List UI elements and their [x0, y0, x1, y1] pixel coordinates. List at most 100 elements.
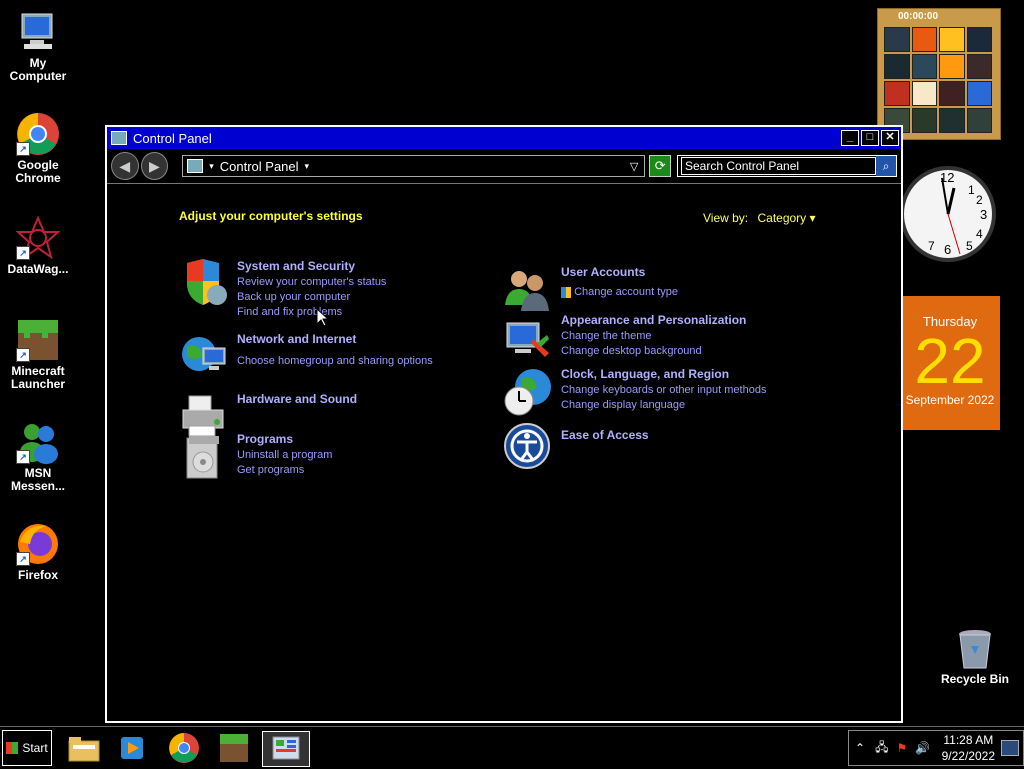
desktop-icon-datawag[interactable]: ↗ DataWag... — [0, 215, 76, 276]
taskbar-media-player-button[interactable] — [112, 731, 152, 765]
users-icon — [503, 265, 553, 315]
clock-globe-icon — [503, 367, 553, 417]
task-link-label: Change account type — [574, 286, 679, 298]
search-input[interactable] — [681, 157, 877, 175]
clock-gadget: 12 3 6 1 2 4 5 7 — [898, 154, 998, 274]
task-link-review-status[interactable]: Review your computer's status — [237, 275, 386, 290]
task-link-find-fix[interactable]: Find and fix problems — [237, 305, 386, 320]
breadcrumb-control-panel[interactable]: Control Panel — [220, 159, 299, 174]
window-title: Control Panel — [133, 130, 212, 146]
desktop-icon-firefox[interactable]: ↗ Firefox — [0, 522, 76, 582]
start-button[interactable]: Start — [2, 730, 52, 766]
address-dropdown-icon[interactable]: ▽ — [630, 160, 638, 173]
forward-button[interactable]: ▶ — [140, 152, 169, 180]
category-title-link[interactable]: User Accounts — [561, 265, 678, 279]
task-link-change-theme[interactable]: Change the theme — [561, 329, 746, 344]
desktop-icon-label: Recycle Bin — [940, 672, 1010, 686]
taskbar-chrome-button[interactable] — [164, 731, 204, 765]
clock[interactable]: 11:28 AM 9/22/2022 — [942, 732, 995, 764]
appearance-icon — [503, 313, 553, 363]
address-field[interactable]: ▾ Control Panel ▾ ▽ — [182, 155, 646, 177]
category-user-accounts: User Accounts Change account type — [503, 265, 678, 315]
view-by-label: View by: — [703, 211, 749, 225]
svg-text:6: 6 — [944, 242, 951, 257]
shortcut-arrow-icon: ↗ — [16, 142, 30, 156]
taskbar-explorer-button[interactable] — [64, 731, 104, 765]
mouse-cursor-icon — [316, 307, 330, 333]
volume-icon[interactable]: 🔊 — [915, 741, 930, 755]
category-title-link[interactable]: Programs — [237, 432, 332, 446]
system-tray: ⌃ 🖧 ⚑ 🔊 11:28 AM 9/22/2022 — [848, 730, 1024, 766]
chevron-right-icon[interactable]: ▾ — [209, 161, 214, 172]
refresh-icon: ⟳ — [654, 158, 666, 173]
desktop-icon-label: Google Chrome — [15, 158, 61, 185]
control-panel-icon — [272, 736, 300, 760]
desktop-icon-recycle-bin[interactable]: Recycle Bin — [937, 626, 1013, 686]
uac-shield-icon — [561, 286, 571, 298]
calendar-month: September 2022 — [905, 393, 995, 407]
back-button[interactable]: ◀ — [111, 152, 139, 180]
desktop-icon-my-computer[interactable]: My Computer — [0, 10, 76, 83]
taskbar-control-panel-button[interactable] — [262, 731, 310, 767]
taskbar-minecraft-button[interactable] — [214, 731, 254, 765]
svg-text:2: 2 — [976, 193, 983, 207]
category-ease-of-access: Ease of Access — [503, 422, 649, 472]
view-by-dropdown[interactable]: Category ▾ — [757, 211, 815, 225]
puzzle-timer: 00:00:00 — [898, 11, 939, 22]
msn-icon: ↗ — [16, 420, 60, 464]
task-link-uninstall[interactable]: Uninstall a program — [237, 448, 332, 463]
desktop-icon-label: Firefox — [17, 568, 58, 582]
page-heading: Adjust your computer's settings — [179, 209, 363, 223]
title-bar[interactable]: Control Panel _ □ ✕ — [107, 127, 901, 149]
category-programs: Programs Uninstall a program Get program… — [179, 432, 332, 482]
calendar-date: 22 — [914, 325, 986, 397]
search-button[interactable]: ⌕ — [876, 156, 896, 176]
control-panel-icon — [111, 131, 127, 145]
refresh-button[interactable]: ⟳ — [649, 155, 671, 177]
category-title-link[interactable]: Appearance and Personalization — [561, 313, 746, 327]
desktop-icon-msn-messenger[interactable]: ↗ MSN Messen... — [0, 420, 76, 493]
task-link-change-display-language[interactable]: Change display language — [561, 398, 766, 413]
puzzle-grid[interactable] — [884, 27, 992, 133]
task-link-change-account-type[interactable]: Change account type — [561, 285, 678, 300]
ease-of-access-icon — [503, 422, 553, 472]
category-title-link[interactable]: Network and Internet — [237, 332, 433, 346]
category-title-link[interactable]: System and Security — [237, 259, 386, 273]
chevron-down-icon[interactable]: ▾ — [305, 161, 310, 172]
show-desktop-button[interactable] — [1001, 740, 1019, 756]
minimize-button[interactable]: _ — [841, 130, 859, 146]
desktop-icon-google-chrome[interactable]: ↗ Google Chrome — [0, 112, 76, 185]
category-title-link[interactable]: Ease of Access — [561, 428, 649, 442]
desktop-icon-minecraft-launcher[interactable]: ↗ Minecraft Launcher — [0, 318, 76, 391]
task-link-back-up[interactable]: Back up your computer — [237, 290, 386, 305]
programs-icon — [179, 432, 229, 482]
category-appearance-and-personalization: Appearance and Personalization Change th… — [503, 313, 746, 363]
datawag-icon: ↗ — [15, 215, 61, 260]
maximize-button[interactable]: □ — [861, 130, 879, 146]
network-tray-icon[interactable]: 🖧 — [875, 738, 888, 759]
task-link-change-keyboards[interactable]: Change keyboards or other input methods — [561, 383, 766, 398]
media-player-icon — [121, 737, 143, 759]
puzzle-gadget[interactable]: 00:00:00 — [877, 8, 1001, 140]
chrome-icon — [169, 733, 199, 763]
category-clock-language-region: Clock, Language, and Region Change keybo… — [503, 367, 766, 417]
shortcut-arrow-icon: ↗ — [16, 552, 30, 566]
network-icon — [179, 332, 229, 382]
shortcut-arrow-icon: ↗ — [16, 348, 30, 362]
category-title-link[interactable]: Hardware and Sound — [237, 392, 357, 406]
clock-time: 11:28 AM — [943, 733, 994, 747]
task-link-homegroup[interactable]: Choose homegroup and sharing options — [237, 354, 433, 369]
task-link-change-background[interactable]: Change desktop background — [561, 344, 746, 359]
category-title-link[interactable]: Clock, Language, and Region — [561, 367, 766, 381]
svg-text:7: 7 — [928, 239, 935, 253]
control-panel-icon — [187, 159, 204, 173]
task-link-get-programs[interactable]: Get programs — [237, 463, 332, 478]
show-hidden-icons-icon[interactable]: ⌃ — [855, 741, 865, 755]
start-label: Start — [22, 741, 48, 755]
close-button[interactable]: ✕ — [881, 130, 899, 146]
action-center-icon[interactable]: ⚑ — [896, 741, 907, 755]
svg-text:5: 5 — [966, 239, 973, 253]
shortcut-arrow-icon: ↗ — [16, 450, 30, 464]
taskbar: Start ⌃ 🖧 ⚑ 🔊 11:28 AM 9/22/2022 — [0, 726, 1024, 769]
desktop-icon-label: DataWag... — [7, 262, 69, 276]
